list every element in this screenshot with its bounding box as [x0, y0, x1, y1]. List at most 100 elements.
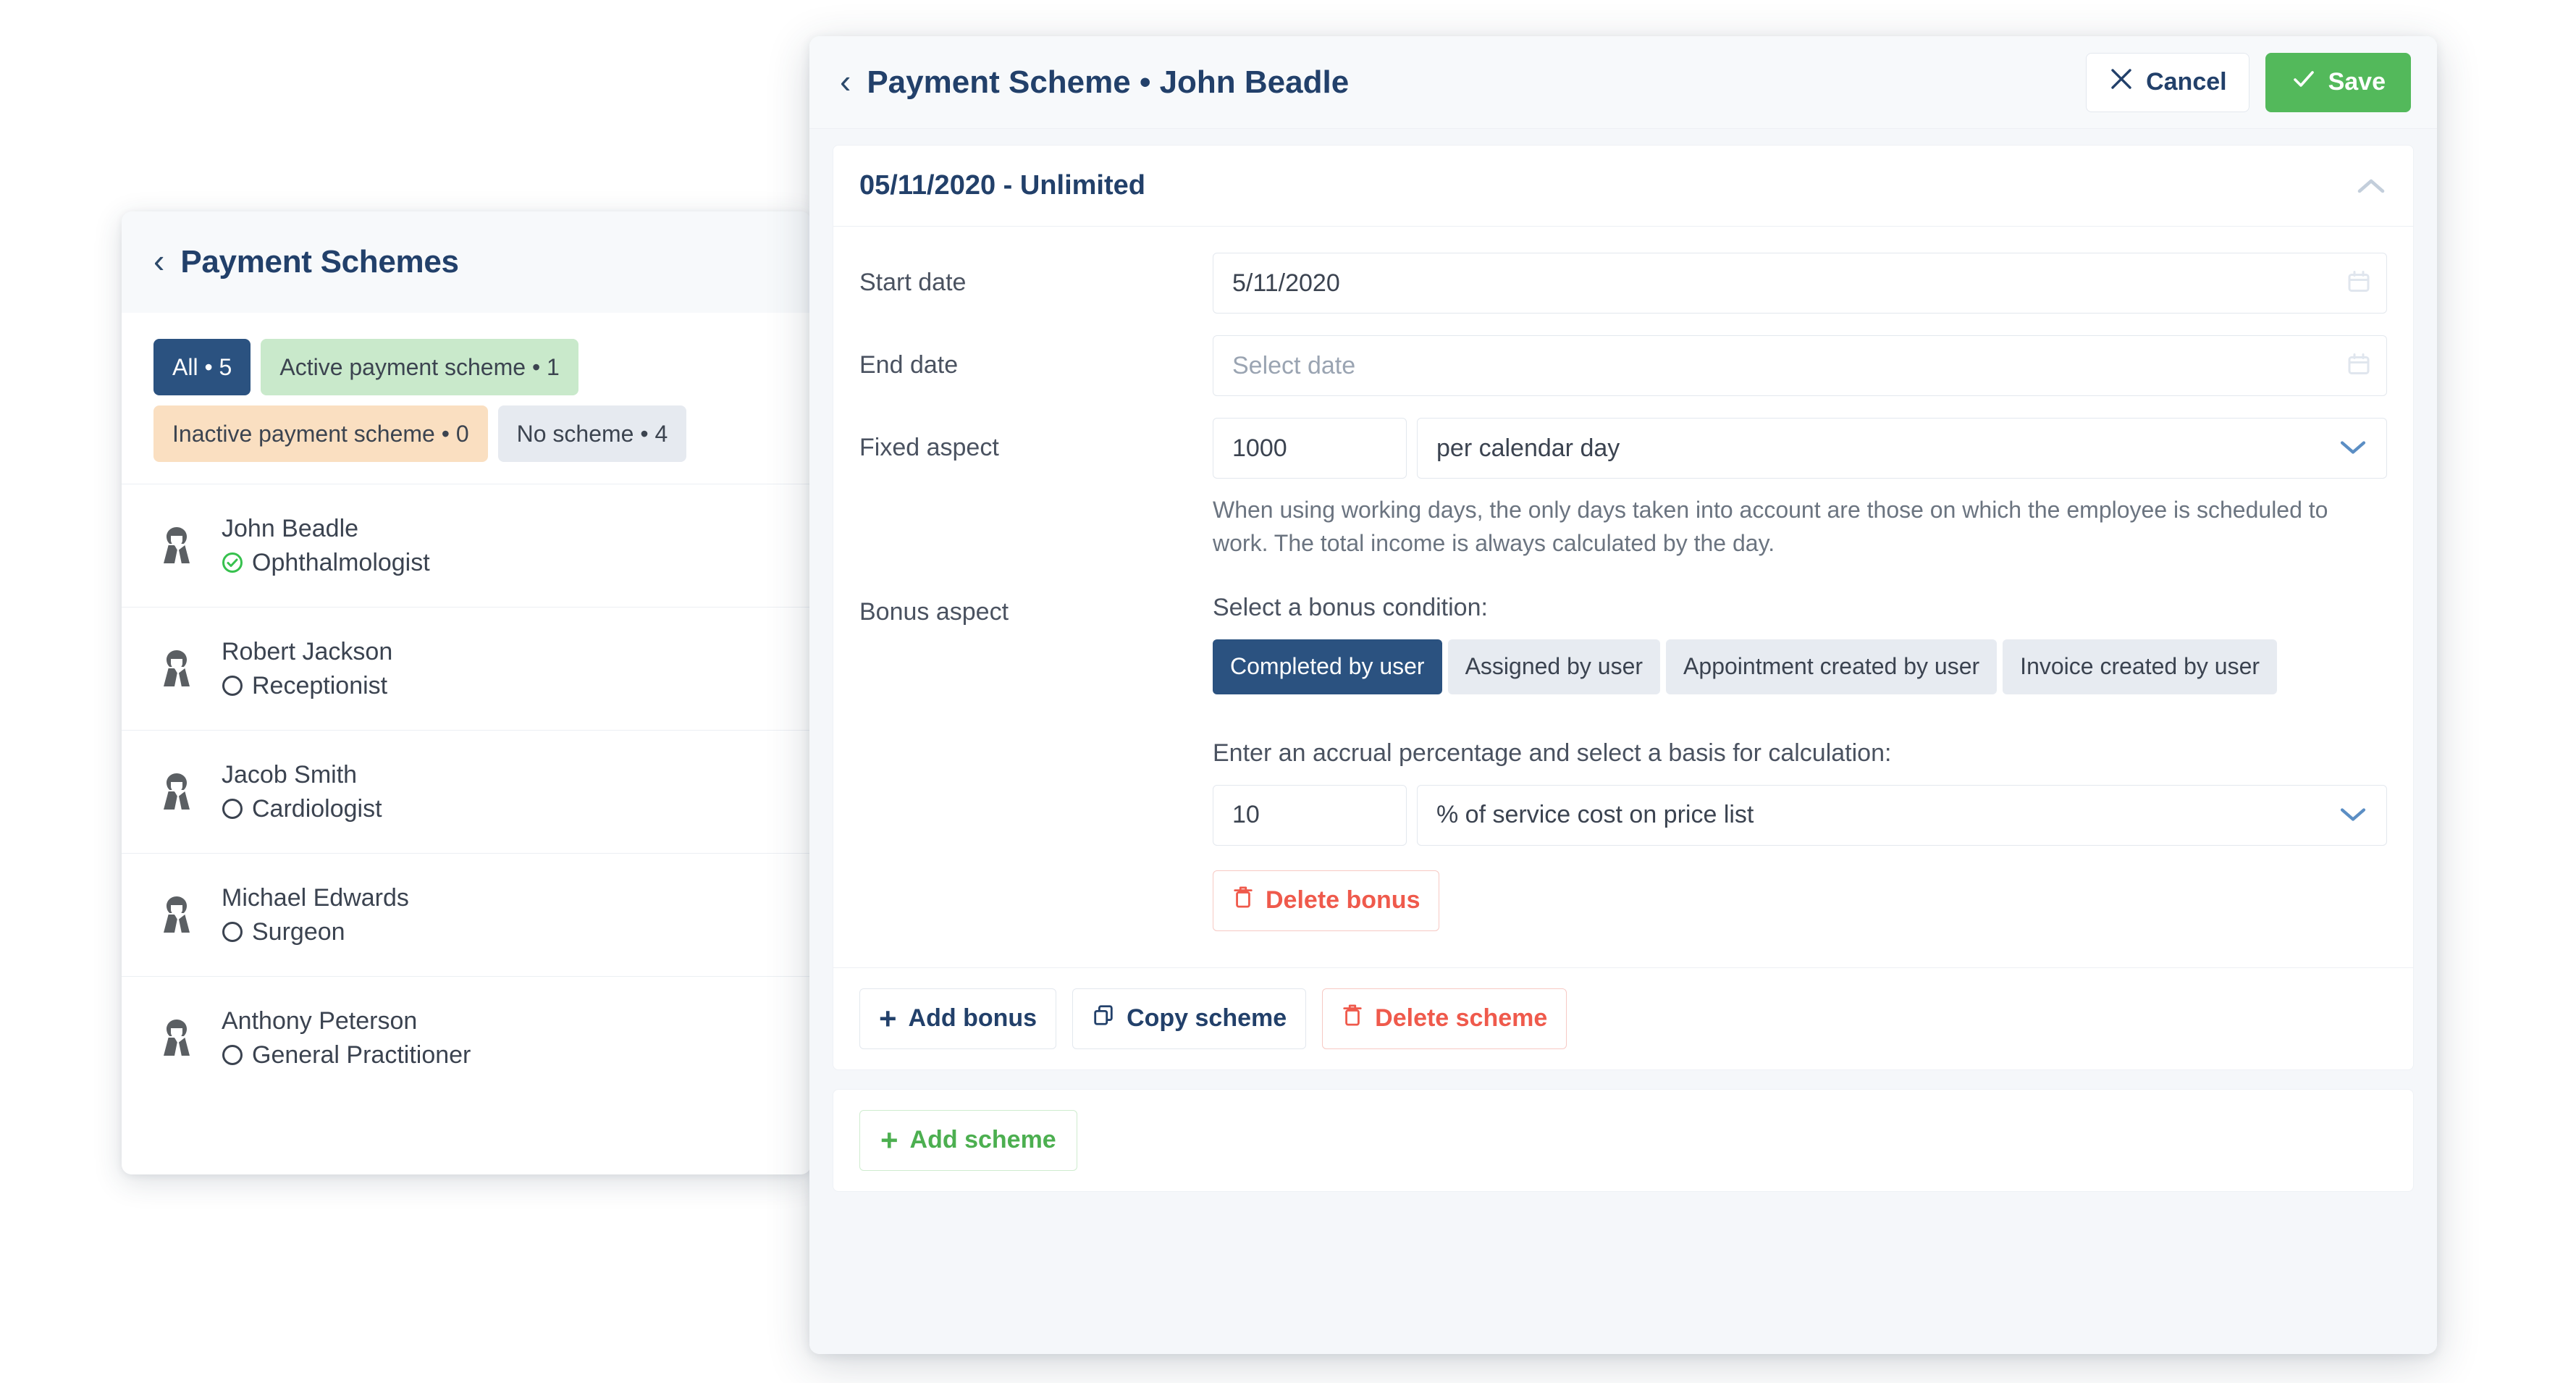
accrual-basis-value: % of service cost on price list: [1436, 801, 1754, 829]
fixed-period-select[interactable]: per calendar day: [1417, 418, 2387, 479]
fixed-aspect-label: Fixed aspect: [859, 434, 999, 461]
fixed-aspect-controls: 1000 per calendar day: [1213, 418, 2387, 479]
list-item-text: Anthony Peterson General Practitioner: [222, 1007, 471, 1069]
user-name: Jacob Smith: [222, 760, 358, 789]
bonus-condition-appointment-created-by-user[interactable]: Appointment created by user: [1666, 639, 1998, 694]
chevron-left-icon[interactable]: ‹: [840, 64, 851, 98]
person-icon: [153, 523, 200, 569]
person-icon: [153, 1015, 200, 1062]
end-date-row: End date Select date: [859, 335, 2387, 396]
save-button[interactable]: Save: [2265, 52, 2411, 112]
delete-bonus-label: Delete bonus: [1266, 886, 1420, 915]
scheme-form: Start date 5/11/2020 End date Select dat: [833, 227, 2413, 967]
status-empty-circle-icon: [222, 798, 243, 820]
user-name: Michael Edwards: [222, 883, 409, 912]
filter-chip-active[interactable]: Active payment scheme • 1: [261, 339, 578, 395]
user-name: John Beadle: [222, 514, 359, 542]
list-item[interactable]: Robert Jackson Receptionist: [122, 607, 811, 730]
calendar-icon[interactable]: [2346, 352, 2371, 380]
bonus-condition-assigned-by-user[interactable]: Assigned by user: [1447, 639, 1661, 694]
cancel-button[interactable]: Cancel: [2086, 52, 2249, 112]
delete-scheme-label: Delete scheme: [1375, 1004, 1548, 1033]
delete-bonus-wrap: Delete bonus: [1213, 870, 2387, 931]
bonus-condition-group: Completed by user Assigned by user Appoi…: [1213, 639, 2387, 694]
plus-icon: +: [880, 1122, 898, 1157]
user-status-line: Receptionist: [222, 672, 392, 700]
list-item-text: Robert Jackson Receptionist: [222, 638, 392, 700]
delete-scheme-button[interactable]: Delete scheme: [1322, 988, 1567, 1049]
screen-root: ‹ Payment Schemes All • 5 Active payment…: [0, 0, 2576, 1383]
fixed-amount-input[interactable]: 1000: [1213, 418, 1407, 479]
check-icon: [2291, 66, 2317, 98]
add-bonus-button[interactable]: + Add bonus: [859, 988, 1057, 1049]
accrual-basis-select[interactable]: % of service cost on price list: [1417, 784, 2387, 846]
person-icon: [153, 769, 200, 815]
user-name: Robert Jackson: [222, 637, 393, 665]
list-item[interactable]: Jacob Smith Cardiologist: [122, 730, 811, 853]
user-role: Receptionist: [252, 671, 388, 699]
user-status-line: General Practitioner: [222, 1041, 471, 1069]
add-scheme-label: Add scheme: [909, 1126, 1056, 1154]
chevron-down-icon: [2339, 434, 2367, 463]
scheme-card-footer: + Add bonus Copy scheme Delete scheme: [833, 967, 2413, 1069]
list-item[interactable]: Anthony Peterson General Practitioner: [122, 976, 811, 1099]
fixed-aspect-field: 1000 per calendar day When using working…: [1213, 418, 2387, 560]
end-date-input[interactable]: Select date: [1213, 335, 2387, 396]
payment-schemes-body: All • 5 Active payment scheme • 1 Inacti…: [122, 313, 811, 1174]
filter-chip-no-scheme[interactable]: No scheme • 4: [497, 405, 687, 462]
chevron-left-icon[interactable]: ‹: [153, 244, 164, 277]
accrual-percent-input[interactable]: 10: [1213, 784, 1407, 846]
fixed-aspect-helper-text: When using working days, the only days t…: [1213, 497, 2328, 557]
bonus-aspect-row: Bonus aspect Select a bonus condition: C…: [859, 582, 2387, 931]
calendar-icon[interactable]: [2346, 269, 2371, 298]
end-date-field-wrap: Select date: [1213, 335, 2387, 396]
filter-chip-inactive[interactable]: Inactive payment scheme • 0: [153, 405, 488, 462]
trash-icon: [1232, 885, 1254, 916]
chevron-down-icon: [2339, 801, 2367, 829]
detail-body: 05/11/2020 - Unlimited Start date 5/11/2…: [809, 129, 2437, 1354]
detail-header: ‹ Payment Scheme • John Beadle Cancel Sa…: [809, 36, 2437, 129]
user-role: Ophthalmologist: [252, 548, 430, 576]
save-button-label: Save: [2328, 68, 2386, 96]
add-scheme-button[interactable]: + Add scheme: [859, 1109, 1077, 1171]
start-date-row: Start date 5/11/2020: [859, 253, 2387, 314]
user-role: Surgeon: [252, 917, 345, 946]
start-date-field-wrap: 5/11/2020: [1213, 253, 2387, 314]
copy-icon: [1092, 1004, 1115, 1033]
list-item-text: Michael Edwards Surgeon: [222, 884, 409, 946]
scheme-card-header[interactable]: 05/11/2020 - Unlimited: [833, 146, 2413, 227]
add-bonus-label: Add bonus: [908, 1004, 1037, 1033]
delete-bonus-button[interactable]: Delete bonus: [1213, 870, 1440, 931]
user-status-line: Ophthalmologist: [222, 549, 430, 577]
bonus-condition-invoice-created-by-user[interactable]: Invoice created by user: [2003, 639, 2278, 694]
list-item[interactable]: Michael Edwards Surgeon: [122, 853, 811, 976]
filter-chip-all[interactable]: All • 5: [153, 339, 251, 395]
accrual-prompt: Enter an accrual percentage and select a…: [1213, 739, 1892, 767]
bonus-aspect-field: Select a bonus condition: Completed by u…: [1213, 582, 2387, 931]
user-role: Cardiologist: [252, 794, 382, 823]
accrual-controls: 10 % of service cost on price list: [1213, 784, 2387, 846]
start-date-input[interactable]: 5/11/2020: [1213, 253, 2387, 314]
detail-title: Payment Scheme • John Beadle: [867, 64, 1350, 100]
status-empty-circle-icon: [222, 1044, 243, 1066]
chevron-up-icon[interactable]: [2355, 177, 2387, 196]
status-active-check-icon: [222, 552, 243, 573]
bonus-condition-completed-by-user[interactable]: Completed by user: [1213, 639, 1442, 694]
person-icon: [153, 892, 200, 938]
filter-chip-group: All • 5 Active payment scheme • 1 Inacti…: [122, 313, 811, 484]
fixed-aspect-row: Fixed aspect 1000 per calendar day When …: [859, 418, 2387, 560]
status-empty-circle-icon: [222, 921, 243, 943]
user-status-line: Surgeon: [222, 918, 409, 946]
add-scheme-bar: + Add scheme: [833, 1088, 2414, 1192]
copy-scheme-button[interactable]: Copy scheme: [1072, 988, 1307, 1049]
scheme-period-title: 05/11/2020 - Unlimited: [859, 170, 1145, 201]
scheme-card: 05/11/2020 - Unlimited Start date 5/11/2…: [833, 145, 2414, 1070]
user-list: John Beadle Ophthalmologist Robert Jacks…: [122, 484, 811, 1099]
list-item[interactable]: John Beadle Ophthalmologist: [122, 484, 811, 607]
fixed-period-value: per calendar day: [1436, 434, 1620, 462]
user-status-line: Cardiologist: [222, 795, 382, 823]
list-item-text: John Beadle Ophthalmologist: [222, 515, 430, 577]
end-date-label: End date: [859, 351, 959, 379]
header-actions: Cancel Save: [2086, 52, 2411, 112]
status-empty-circle-icon: [222, 675, 243, 697]
